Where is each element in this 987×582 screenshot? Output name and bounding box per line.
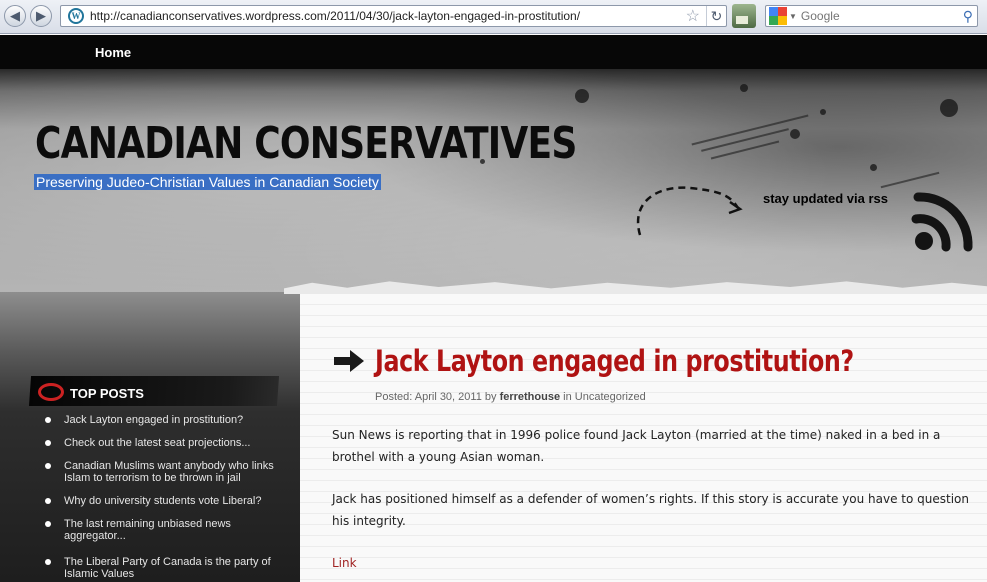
- list-item[interactable]: Jack Layton engaged in prostitution?: [44, 414, 284, 426]
- chevron-down-icon[interactable]: ▼: [789, 12, 797, 21]
- ink-splat: [740, 84, 748, 92]
- post-title[interactable]: Jack Layton engaged in prostitution?: [375, 344, 854, 378]
- list-item[interactable]: Canadian Muslims want anybody who links …: [44, 460, 284, 484]
- home-link[interactable]: Home: [95, 45, 131, 60]
- site-tagline: Preserving Judeo-Christian Values in Can…: [34, 174, 381, 190]
- post-meta-in: in: [563, 391, 572, 403]
- bookmark-star-icon[interactable]: ☆: [686, 6, 700, 26]
- top-posts-title: TOP POSTS: [70, 386, 144, 401]
- forward-arrow-icon: ▶: [36, 8, 46, 23]
- reload-icon[interactable]: ↻: [706, 6, 726, 26]
- ink-splat: [820, 109, 826, 115]
- back-button[interactable]: ◀: [4, 5, 26, 27]
- ink-splat: [790, 129, 800, 139]
- rss-label[interactable]: stay updated via rss: [763, 191, 888, 206]
- post-paragraph: Jack has positioned himself as a defende…: [332, 492, 969, 528]
- post-paragraph: Sun News is reporting that in 1996 polic…: [332, 428, 941, 464]
- rss-icon[interactable]: [910, 185, 976, 257]
- wordpress-favicon-icon: W: [68, 8, 84, 24]
- list-item[interactable]: The Liberal Party of Canada is the party…: [44, 556, 284, 580]
- ink-splat: [940, 99, 958, 117]
- site-title[interactable]: CANADIAN CONSERVATIVES: [35, 118, 577, 169]
- top-posts-list: Jack Layton engaged in prostitution? Che…: [44, 414, 284, 582]
- magnifier-icon[interactable]: ⚲: [963, 8, 973, 25]
- feed-button[interactable]: [732, 4, 756, 28]
- ink-splat: [575, 89, 589, 103]
- back-arrow-icon: ◀: [10, 8, 20, 23]
- browser-toolbar: ◀ ▶ W http://canadianconservatives.wordp…: [0, 0, 987, 34]
- nav-bar: Home: [0, 35, 987, 69]
- post-author[interactable]: ferrethouse: [500, 391, 561, 403]
- post-body: Sun News is reporting that in 1996 polic…: [332, 424, 977, 582]
- search-box[interactable]: ▼ ⚲: [765, 5, 978, 27]
- dashed-arrow-icon: [636, 186, 743, 236]
- search-input[interactable]: [800, 9, 963, 23]
- top-posts-icon: [38, 383, 64, 401]
- list-item[interactable]: Check out the latest seat projections...: [44, 437, 284, 449]
- google-logo-icon[interactable]: [769, 7, 787, 25]
- list-item[interactable]: Why do university students vote Liberal?: [44, 495, 284, 507]
- url-text[interactable]: http://canadianconservatives.wordpress.c…: [90, 9, 686, 23]
- list-item[interactable]: The last remaining unbiased news aggrega…: [44, 518, 284, 542]
- ink-splat: [870, 164, 877, 171]
- address-bar[interactable]: W http://canadianconservatives.wordpress…: [60, 5, 727, 27]
- top-posts-header: [28, 376, 280, 406]
- post-meta: Posted: April 30, 2011 by ferrethouse in…: [375, 391, 646, 403]
- arrow-right-icon: [334, 350, 364, 372]
- post-category[interactable]: Uncategorized: [575, 391, 646, 403]
- source-link[interactable]: Link: [332, 556, 357, 570]
- post-date: Posted: April 30, 2011 by: [375, 391, 497, 403]
- forward-button[interactable]: ▶: [30, 5, 52, 27]
